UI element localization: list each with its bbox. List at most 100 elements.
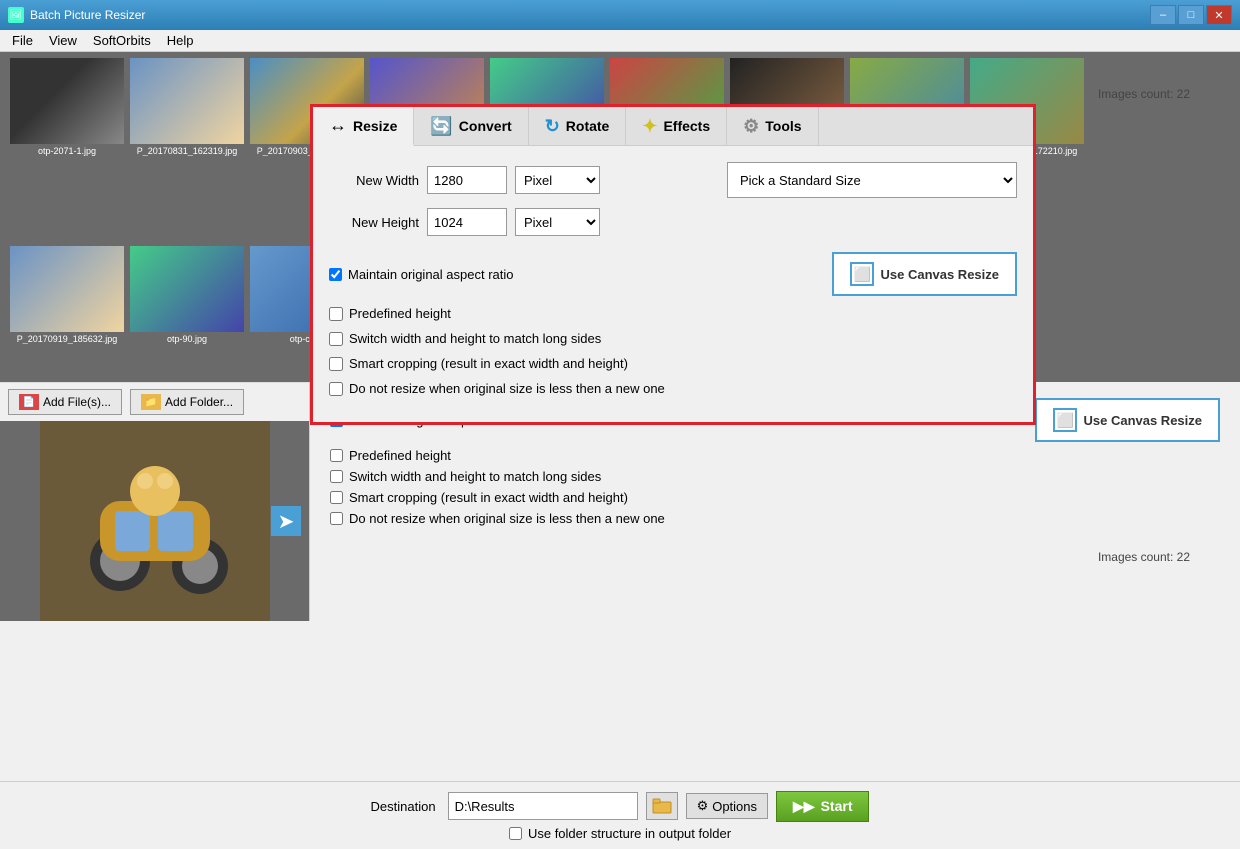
menu-softorbits[interactable]: SoftOrbits: [85, 31, 159, 50]
switch-wh-label: Switch width and height to match long si…: [349, 331, 601, 346]
image-filename: otp-2071-1.jpg: [38, 146, 96, 156]
image-filename: P_20170831_162319.jpg: [137, 146, 238, 156]
image-filename: otp-90.jpg: [167, 334, 207, 344]
bg-no-upscale-label: Do not resize when original size is less…: [349, 511, 665, 526]
bg-predefined-height-checkbox[interactable]: [330, 449, 343, 462]
canvas-icon: ⬜: [1053, 408, 1077, 432]
tab-rotate[interactable]: ↻ Rotate: [529, 107, 627, 145]
next-arrow-icon[interactable]: ➤: [271, 506, 301, 536]
predefined-height-checkbox[interactable]: [329, 307, 343, 321]
preview-image: [40, 421, 270, 621]
bottom-bar: Destination ⚙ Options ▶▶ Start Use folde…: [0, 781, 1240, 849]
smart-crop-row: Smart cropping (result in exact width an…: [329, 356, 1017, 371]
browse-button[interactable]: [646, 792, 678, 820]
image-count-badge: Images count: 22: [1098, 550, 1190, 564]
use-folder-label: Use folder structure in output folder: [528, 826, 731, 841]
modal-panel: ↔ Resize 🔄 Convert ↻ Rotate ✦ Effects ⚙ …: [310, 104, 1036, 425]
maximize-button[interactable]: □: [1178, 5, 1204, 25]
maintain-aspect-label: Maintain original aspect ratio: [348, 267, 513, 282]
destination-row: Destination ⚙ Options ▶▶ Start: [371, 791, 870, 822]
start-arrow-icon: ▶▶: [793, 798, 815, 815]
no-upscale-label: Do not resize when original size is less…: [349, 381, 665, 396]
tab-tools[interactable]: ⚙ Tools: [727, 107, 818, 145]
tab-resize[interactable]: ↔ Resize: [313, 107, 414, 146]
thumbnail: [130, 246, 244, 332]
gear-icon: ⚙: [697, 798, 709, 814]
bg-smart-crop-row: Smart cropping (result in exact width an…: [330, 490, 1220, 505]
start-button[interactable]: ▶▶ Start: [776, 791, 869, 822]
menu-bar: File View SoftOrbits Help: [0, 30, 1240, 52]
predefined-height-row: Predefined height: [329, 306, 1017, 321]
maintain-aspect-group: Maintain original aspect ratio: [329, 267, 812, 282]
thumbnail: [10, 58, 124, 144]
width-input[interactable]: [427, 166, 507, 194]
height-input[interactable]: [427, 208, 507, 236]
height-unit-select[interactable]: Pixel % cm mm: [515, 208, 600, 236]
tab-effects[interactable]: ✦ Effects: [626, 107, 727, 145]
smart-crop-checkbox[interactable]: [329, 357, 343, 371]
canvas-resize-button[interactable]: ⬜ Use Canvas Resize: [832, 252, 1017, 296]
bg-predefined-label: Predefined height: [349, 448, 451, 463]
no-upscale-checkbox[interactable]: [329, 382, 343, 396]
bg-switch-wh-row: Switch width and height to match long si…: [330, 469, 1220, 484]
rotate-tab-icon: ↻: [545, 116, 560, 137]
no-upscale-row: Do not resize when original size is less…: [329, 381, 1017, 396]
bg-smart-crop-label: Smart cropping (result in exact width an…: [349, 490, 628, 505]
menu-file[interactable]: File: [4, 31, 41, 50]
browse-icon: [652, 798, 672, 814]
bg-switch-wh-label: Switch width and height to match long si…: [349, 469, 601, 484]
destination-label: Destination: [371, 799, 436, 814]
add-folder-button[interactable]: 📁 Add Folder...: [130, 389, 244, 415]
minimize-button[interactable]: –: [1150, 5, 1176, 25]
tab-convert[interactable]: 🔄 Convert: [414, 107, 528, 145]
thumbnail: [130, 58, 244, 144]
bg-no-upscale-row: Do not resize when original size is less…: [330, 511, 1220, 526]
bg-no-upscale-checkbox[interactable]: [330, 512, 343, 525]
canvas-resize-icon: ⬜: [850, 262, 874, 286]
resize-tab-icon: ↔: [329, 115, 347, 136]
list-item[interactable]: otp-90.jpg: [128, 246, 246, 378]
maintain-aspect-row: Maintain original aspect ratio ⬜ Use Can…: [329, 252, 1017, 296]
bg-predefined-row: Predefined height: [330, 448, 1220, 463]
list-item[interactable]: P_20170831_162319.jpg: [128, 58, 246, 236]
use-folder-checkbox[interactable]: [509, 827, 522, 840]
height-row: New Height Pixel % cm mm: [329, 208, 1017, 236]
tab-bar: ↔ Resize 🔄 Convert ↻ Rotate ✦ Effects ⚙ …: [313, 107, 1033, 146]
smart-crop-label: Smart cropping (result in exact width an…: [349, 356, 628, 371]
switch-wh-checkbox[interactable]: [329, 332, 343, 346]
add-files-icon: 📄: [19, 394, 39, 410]
resize-panel-content: New Width Pixel % cm mm Pick a Standard …: [313, 146, 1033, 422]
title-bar-title: Batch Picture Resizer: [30, 8, 1144, 22]
thumbnail-preview: ➤: [0, 421, 309, 621]
width-row: New Width Pixel % cm mm Pick a Standard …: [329, 162, 1017, 198]
destination-input[interactable]: [448, 792, 638, 820]
image-filename: P_20170919_185632.jpg: [17, 334, 118, 344]
width-label: New Width: [329, 173, 419, 188]
predefined-height-label: Predefined height: [349, 306, 451, 321]
width-unit-select[interactable]: Pixel % cm mm: [515, 166, 600, 194]
options-button[interactable]: ⚙ Options: [686, 793, 768, 819]
thumbnail: [10, 246, 124, 332]
left-panel: 📄 Add File(s)... 📁 Add Folder...: [0, 382, 310, 621]
tools-tab-icon: ⚙: [743, 116, 759, 137]
list-item[interactable]: P_20170919_185632.jpg: [8, 246, 126, 378]
effects-tab-icon: ✦: [642, 116, 657, 137]
add-folder-icon: 📁: [141, 394, 161, 410]
button-bar: 📄 Add File(s)... 📁 Add Folder...: [0, 382, 309, 421]
window-controls: – □ ✕: [1150, 5, 1232, 25]
add-files-button[interactable]: 📄 Add File(s)...: [8, 389, 122, 415]
standard-size-select[interactable]: Pick a Standard Size 800×600 1024×768 12…: [727, 162, 1017, 198]
list-item[interactable]: otp-2071-1.jpg: [8, 58, 126, 236]
close-button[interactable]: ✕: [1206, 5, 1232, 25]
menu-view[interactable]: View: [41, 31, 85, 50]
image-count: Images count: 22: [1098, 87, 1190, 101]
bg-smart-crop-checkbox[interactable]: [330, 491, 343, 504]
height-label: New Height: [329, 215, 419, 230]
main-area: 🖼 ☰ ⊞ otp-2071-1.jpg P_20170831_162319.j…: [0, 52, 1240, 849]
bg-canvas-resize-button[interactable]: ⬜ Use Canvas Resize: [1035, 398, 1220, 442]
menu-help[interactable]: Help: [159, 31, 202, 50]
convert-tab-icon: 🔄: [430, 116, 452, 137]
maintain-aspect-checkbox[interactable]: [329, 268, 342, 281]
bg-switch-wh-checkbox[interactable]: [330, 470, 343, 483]
title-bar: 🖼 Batch Picture Resizer – □ ✕: [0, 0, 1240, 30]
